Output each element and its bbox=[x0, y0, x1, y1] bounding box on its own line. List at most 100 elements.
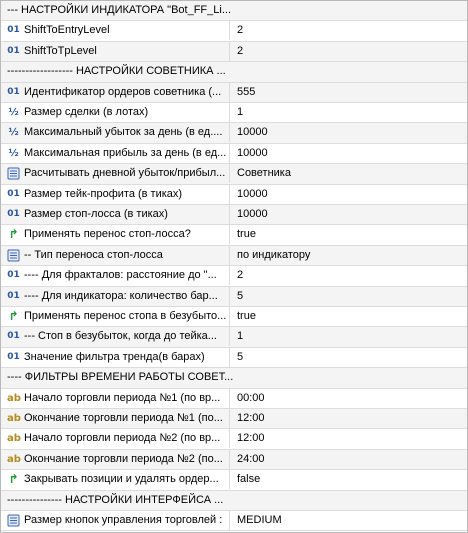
parameter-value[interactable]: 00:00 bbox=[237, 389, 465, 408]
parameter-name: ShiftToTpLevel bbox=[24, 45, 97, 57]
parameter-row[interactable]: ↱ Применять перенос стоп-лосса? true bbox=[1, 225, 467, 246]
parameter-row[interactable]: ½ Максимальный убыток за день (в ед.... 10… bbox=[1, 123, 467, 144]
double-icon: ½ bbox=[8, 107, 19, 118]
section-header[interactable]: --- НАСТРОЙКИ ИНДИКАТОРА "Bot_FF_Li... bbox=[1, 1, 467, 21]
parameter-row[interactable]: Расчитывать дневной убыток/прибыл... Сове… bbox=[1, 164, 467, 185]
parameter-row[interactable]: 01 Идентификатор ордеров советника (... 55… bbox=[1, 83, 467, 103]
parameter-row[interactable]: Размер кнопок управления торговлей : MEDI… bbox=[1, 511, 467, 531]
integer-icon: 01 bbox=[7, 46, 20, 56]
parameter-row[interactable]: -- Тип переноса стоп-лосса по индикатору bbox=[1, 246, 467, 266]
parameter-row[interactable]: ↱ Закрывать позиции и удалять ордер... fal… bbox=[1, 470, 467, 491]
parameter-row[interactable]: ab Начало торговли периода №2 (по вр... 12… bbox=[1, 429, 467, 450]
parameter-value[interactable]: 12:00 bbox=[237, 429, 465, 448]
enum-list-icon bbox=[7, 514, 20, 527]
parameter-name: Применять перенос стоп-лосса? bbox=[24, 228, 191, 240]
parameter-row[interactable]: 01 --- Стоп в безубыток, когда до тейка..… bbox=[1, 327, 467, 348]
parameter-name: Размер стоп-лосса (в тиках) bbox=[24, 208, 168, 220]
parameter-name-cell: 01 Размер тейк-профита (в тиках) bbox=[1, 185, 230, 204]
parameter-name-cell: Размер кнопок управления торговлей : bbox=[1, 511, 230, 530]
parameter-row[interactable]: 01 Размер тейк-профита (в тиках) 10000 bbox=[1, 185, 467, 205]
section-header[interactable]: --------------- НАСТРОЙКИ ИНТЕРФЕЙСА ... bbox=[1, 491, 467, 511]
parameter-name: Окончание торговли периода №2 (по... bbox=[24, 453, 223, 465]
parameter-name: Расчитывать дневной убыток/прибыл... bbox=[24, 167, 226, 179]
parameter-row[interactable]: ab Начало торговли периода №1 (по вр... 00… bbox=[1, 389, 467, 409]
parameter-value[interactable]: MEDIUM bbox=[237, 511, 465, 530]
parameter-value[interactable]: 24:00 bbox=[237, 450, 465, 469]
integer-icon: 01 bbox=[7, 291, 20, 301]
parameter-value[interactable]: 10000 bbox=[237, 123, 465, 142]
parameter-row[interactable]: ½ Размер сделки (в лотах) 1 bbox=[1, 103, 467, 123]
bool-arrow-icon: ↱ bbox=[8, 227, 19, 241]
parameter-name: Начало торговли периода №2 (по вр... bbox=[24, 432, 221, 444]
parameter-name-cell: ab Начало торговли периода №2 (по вр... bbox=[1, 429, 230, 448]
parameter-value[interactable]: 10000 bbox=[237, 185, 465, 204]
parameter-name: Закрывать позиции и удалять ордер... bbox=[24, 473, 219, 485]
parameter-value[interactable]: 2 bbox=[237, 266, 465, 285]
section-title: ------------------ НАСТРОЙКИ СОВЕТНИКА .… bbox=[7, 65, 226, 77]
integer-icon: 01 bbox=[7, 209, 20, 219]
string-icon: ab bbox=[7, 393, 21, 404]
parameter-value[interactable]: Советника bbox=[237, 164, 465, 183]
parameter-name: --- Стоп в безубыток, когда до тейка... bbox=[24, 330, 217, 342]
integer-icon: 01 bbox=[7, 87, 20, 97]
parameter-row[interactable]: ½ Максимальная прибыль за день (в ед... 10… bbox=[1, 144, 467, 164]
integer-icon: 01 bbox=[7, 352, 20, 362]
section-header[interactable]: ------------------ НАСТРОЙКИ СОВЕТНИКА .… bbox=[1, 62, 467, 83]
parameter-name-cell: 01 --- Стоп в безубыток, когда до тейка..… bbox=[1, 327, 230, 346]
string-icon: ab bbox=[7, 413, 21, 424]
double-icon: ½ bbox=[8, 148, 19, 159]
parameter-name-cell: 01 ---- Для фракталов: расстояние до "... bbox=[1, 266, 230, 285]
parameter-name-cell: ab Окончание торговли периода №2 (по... bbox=[1, 450, 230, 469]
parameter-name-cell: 01 ShiftToTpLevel bbox=[1, 42, 230, 61]
parameter-name-cell: ½ Максимальная прибыль за день (в ед... bbox=[1, 144, 230, 163]
parameter-value[interactable]: true bbox=[237, 225, 465, 244]
parameter-value[interactable]: 1 bbox=[237, 103, 465, 122]
parameter-name: -- Тип переноса стоп-лосса bbox=[24, 249, 163, 261]
parameter-value[interactable]: 10000 bbox=[237, 205, 465, 224]
bool-arrow-icon: ↱ bbox=[8, 472, 19, 486]
parameter-name: Максимальный убыток за день (в ед.... bbox=[24, 126, 223, 138]
parameter-value[interactable]: 2 bbox=[237, 21, 465, 40]
parameter-row[interactable]: 01 ShiftToEntryLevel 2 bbox=[1, 21, 467, 42]
parameters-grid: --- НАСТРОЙКИ ИНДИКАТОРА "Bot_FF_Li... 01… bbox=[0, 0, 468, 533]
parameter-row[interactable]: ab Окончание торговли периода №1 (по... 12… bbox=[1, 409, 467, 429]
parameter-row[interactable]: 01 ShiftToTpLevel 2 bbox=[1, 42, 467, 62]
parameter-value[interactable]: 12:00 bbox=[237, 409, 465, 428]
parameter-name: Значение фильтра тренда(в барах) bbox=[24, 351, 205, 363]
parameter-name: Размер тейк-профита (в тиках) bbox=[24, 188, 183, 200]
parameter-value[interactable]: по индикатору bbox=[237, 246, 465, 265]
integer-icon: 01 bbox=[7, 331, 20, 341]
string-icon: ab bbox=[7, 454, 21, 465]
parameter-name: ---- Для индикатора: количество бар... bbox=[24, 290, 218, 302]
parameter-row[interactable]: ↱ Применять перенос стопа в безубыто... tr… bbox=[1, 307, 467, 327]
enum-list-icon bbox=[7, 167, 20, 180]
section-title: ---- ФИЛЬТРЫ ВРЕМЕНИ РАБОТЫ СОВЕТ... bbox=[7, 371, 234, 383]
parameter-value[interactable]: 5 bbox=[237, 348, 465, 367]
parameter-name: ShiftToEntryLevel bbox=[24, 24, 110, 36]
parameter-name-cell: 01 Идентификатор ордеров советника (... bbox=[1, 83, 230, 102]
parameter-name-cell: 01 ---- Для индикатора: количество бар... bbox=[1, 287, 230, 306]
section-header[interactable]: ---- ФИЛЬТРЫ ВРЕМЕНИ РАБОТЫ СОВЕТ... bbox=[1, 368, 467, 389]
parameter-value[interactable]: 2 bbox=[237, 42, 465, 61]
parameter-value[interactable]: false bbox=[237, 470, 465, 489]
parameter-row[interactable]: 01 Значение фильтра тренда(в барах) 5 bbox=[1, 348, 467, 368]
parameter-row[interactable]: 01 ---- Для индикатора: количество бар...… bbox=[1, 287, 467, 307]
parameter-name-cell: ↱ Применять перенос стоп-лосса? bbox=[1, 225, 230, 244]
parameter-name: Применять перенос стопа в безубыто... bbox=[24, 310, 227, 322]
section-title: --- НАСТРОЙКИ ИНДИКАТОРА "Bot_FF_Li... bbox=[7, 4, 231, 16]
parameter-value[interactable]: 1 bbox=[237, 327, 465, 346]
parameter-row[interactable]: 01 Размер стоп-лосса (в тиках) 10000 bbox=[1, 205, 467, 225]
parameter-name: Размер кнопок управления торговлей : bbox=[24, 514, 223, 526]
parameter-value[interactable]: 5 bbox=[237, 287, 465, 306]
parameter-row[interactable]: ab Окончание торговли периода №2 (по... 24… bbox=[1, 450, 467, 470]
parameter-name-cell: 01 ShiftToEntryLevel bbox=[1, 21, 230, 40]
parameter-name: Размер сделки (в лотах) bbox=[24, 106, 149, 118]
parameter-name-cell: ↱ Закрывать позиции и удалять ордер... bbox=[1, 470, 230, 489]
parameter-name-cell: ab Окончание торговли периода №1 (по... bbox=[1, 409, 230, 428]
parameter-value[interactable]: 555 bbox=[237, 83, 465, 102]
parameter-value[interactable]: 10000 bbox=[237, 144, 465, 163]
parameter-value[interactable]: true bbox=[237, 307, 465, 326]
parameter-name: Максимальная прибыль за день (в ед... bbox=[24, 147, 227, 159]
bool-arrow-icon: ↱ bbox=[8, 309, 19, 323]
parameter-row[interactable]: 01 ---- Для фракталов: расстояние до "...… bbox=[1, 266, 467, 287]
